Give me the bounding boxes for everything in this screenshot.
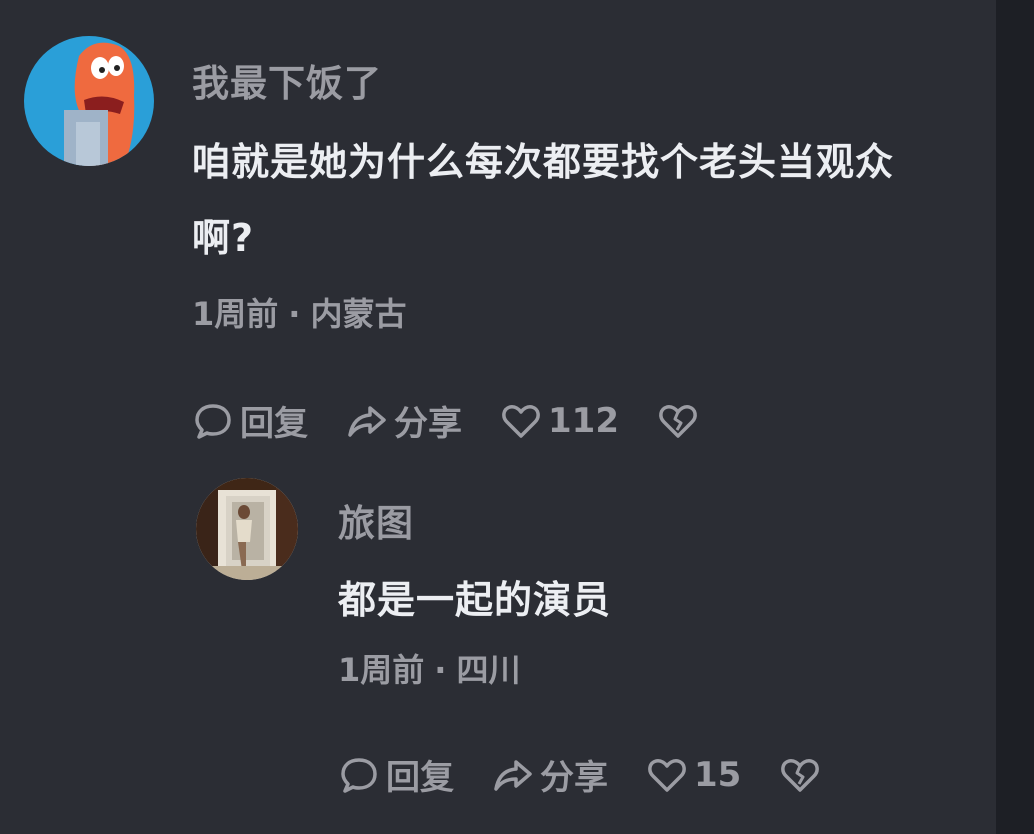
action-bar: 回复 分享 112 bbox=[192, 396, 912, 445]
separator: · bbox=[288, 295, 301, 333]
scroll-edge bbox=[996, 0, 1034, 834]
avatar-photo-image bbox=[196, 478, 298, 580]
username[interactable]: 旅图 bbox=[338, 502, 898, 546]
dislike-button[interactable] bbox=[657, 400, 705, 442]
reply-label: 回复 bbox=[240, 404, 308, 444]
comment-meta: 1周前 · 四川 bbox=[338, 648, 898, 692]
reply-label: 回复 bbox=[386, 758, 454, 798]
comment-thread: 我最下饭了 咱就是她为什么每次都要找个老头当观众啊? 1周前 · 内蒙古 回复 分享 bbox=[0, 0, 996, 834]
like-button[interactable]: 15 bbox=[646, 754, 741, 796]
heart-icon bbox=[500, 400, 542, 442]
comment-meta: 1周前 · 内蒙古 bbox=[192, 292, 912, 336]
broken-heart-icon bbox=[657, 400, 699, 442]
avatar[interactable] bbox=[196, 478, 298, 580]
timestamp: 1周前 bbox=[338, 651, 425, 689]
share-arrow-icon bbox=[346, 400, 388, 442]
dislike-button[interactable] bbox=[779, 754, 827, 796]
avatar-cartoon-image bbox=[24, 36, 154, 166]
share-arrow-icon bbox=[492, 754, 534, 796]
comment-body: 旅图 都是一起的演员 1周前 · 四川 回复 分享 15 bbox=[338, 478, 898, 799]
broken-heart-icon bbox=[779, 754, 821, 796]
share-button[interactable]: 分享 bbox=[346, 396, 462, 445]
reply-button[interactable]: 回复 bbox=[192, 396, 308, 445]
heart-icon bbox=[646, 754, 688, 796]
comment-bubble-icon bbox=[338, 754, 380, 796]
comment-text: 咱就是她为什么每次都要找个老头当观众啊? bbox=[192, 140, 895, 260]
username[interactable]: 我最下饭了 bbox=[192, 62, 912, 106]
location: 内蒙古 bbox=[310, 295, 407, 333]
location: 四川 bbox=[456, 651, 521, 689]
comment-body: 我最下饭了 咱就是她为什么每次都要找个老头当观众啊? 1周前 · 内蒙古 回复 分享 bbox=[192, 36, 912, 445]
reply-button[interactable]: 回复 bbox=[338, 750, 454, 799]
comment-text: 都是一起的演员 bbox=[338, 578, 612, 622]
timestamp: 1周前 bbox=[192, 295, 279, 333]
like-button[interactable]: 112 bbox=[500, 400, 619, 442]
avatar[interactable] bbox=[24, 36, 154, 166]
share-button[interactable]: 分享 bbox=[492, 750, 608, 799]
like-count: 112 bbox=[548, 400, 619, 441]
like-count: 15 bbox=[694, 754, 742, 795]
comment-bubble-icon bbox=[192, 400, 234, 442]
share-label: 分享 bbox=[394, 404, 462, 444]
separator: · bbox=[434, 651, 447, 689]
share-label: 分享 bbox=[540, 758, 608, 798]
action-bar: 回复 分享 15 bbox=[338, 750, 898, 799]
